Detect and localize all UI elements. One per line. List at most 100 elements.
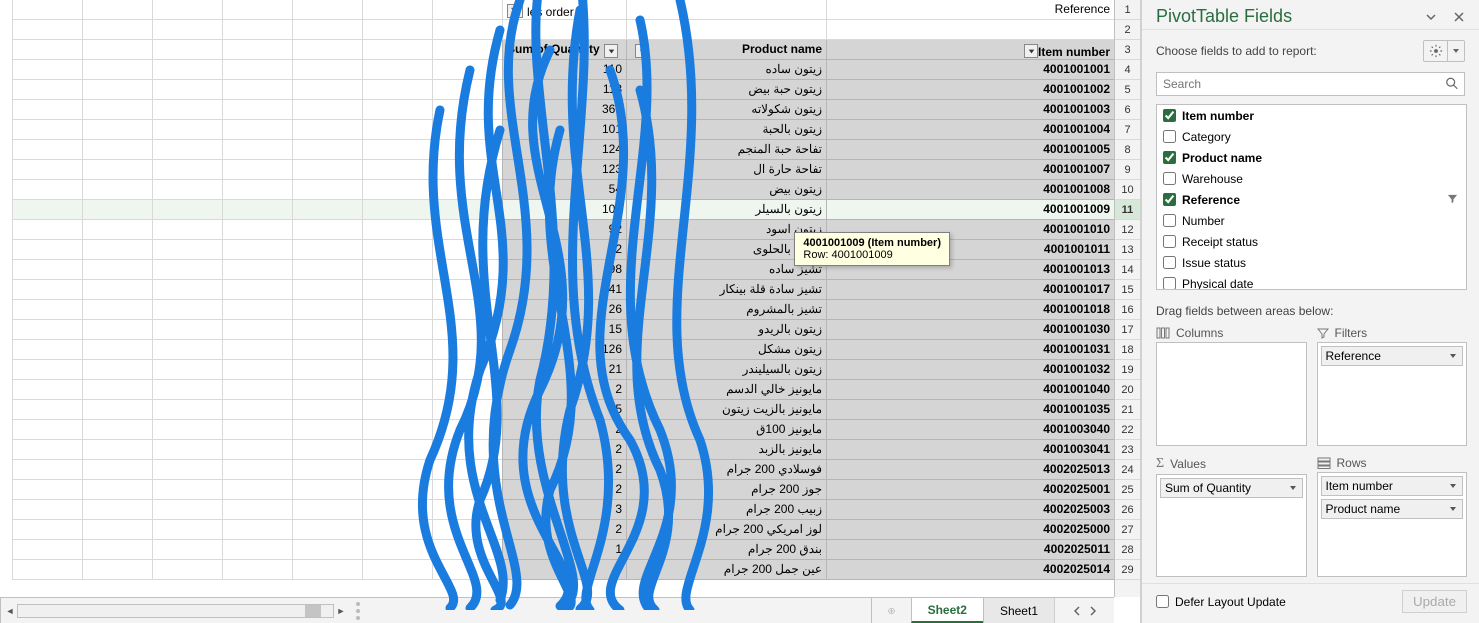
field-receipt-status[interactable]: Receipt status [1157, 231, 1466, 252]
cell[interactable] [12, 80, 82, 100]
cell[interactable] [152, 180, 222, 200]
cell[interactable] [292, 400, 362, 420]
cell[interactable] [12, 260, 82, 280]
cell[interactable] [432, 260, 502, 280]
cell[interactable] [152, 80, 222, 100]
cell[interactable]: 4001001003 [826, 100, 1114, 120]
cell[interactable] [82, 500, 152, 520]
field-checkbox[interactable] [1163, 172, 1176, 185]
cell[interactable] [152, 500, 222, 520]
cell[interactable] [292, 460, 362, 480]
cell[interactable] [152, 540, 222, 560]
cell[interactable] [222, 180, 292, 200]
chevron-left-icon[interactable] [1072, 606, 1082, 616]
cell[interactable]: 26 [502, 300, 626, 320]
cell[interactable] [362, 80, 432, 100]
cell[interactable] [222, 320, 292, 340]
field-checkbox[interactable] [1163, 235, 1176, 248]
cell[interactable]: 4001001001 [826, 60, 1114, 80]
cell[interactable] [12, 320, 82, 340]
cell[interactable]: 2 [502, 380, 626, 400]
cell[interactable] [362, 220, 432, 240]
cell[interactable] [362, 300, 432, 320]
cell[interactable] [362, 500, 432, 520]
add-sheet-button[interactable] [871, 598, 911, 623]
cell[interactable]: تفاحة حارة ال [626, 160, 826, 180]
cell[interactable] [82, 140, 152, 160]
cell[interactable] [82, 360, 152, 380]
tab-sheet2[interactable]: Sheet2 [911, 598, 983, 623]
cell[interactable] [152, 280, 222, 300]
cell[interactable]: 126 [502, 340, 626, 360]
cell[interactable] [292, 440, 362, 460]
cell[interactable]: زيتون ساده [626, 60, 826, 80]
spreadsheet-grid[interactable]: 1234567891011121314151617181920212223242… [0, 0, 1141, 623]
cell[interactable] [12, 480, 82, 500]
cell[interactable] [292, 180, 362, 200]
cell[interactable] [222, 500, 292, 520]
cell[interactable] [432, 200, 502, 220]
cell[interactable] [152, 320, 222, 340]
field-number[interactable]: Number [1157, 210, 1466, 231]
cell[interactable] [152, 240, 222, 260]
cell[interactable] [432, 180, 502, 200]
cell[interactable] [432, 140, 502, 160]
field-checkbox[interactable] [1163, 151, 1176, 164]
cell[interactable] [222, 300, 292, 320]
cell[interactable]: 2 [502, 460, 626, 480]
grip-icon[interactable] [356, 602, 362, 620]
fields-layout-menu[interactable] [1423, 40, 1465, 62]
chevron-down-icon[interactable] [1448, 481, 1458, 491]
cell[interactable] [12, 560, 82, 580]
cell[interactable] [12, 160, 82, 180]
cell[interactable]: مايونيز خالي الدسم [626, 380, 826, 400]
cell[interactable]: 123 [502, 160, 626, 180]
cell[interactable]: 118 [502, 80, 626, 100]
area-columns-box[interactable] [1156, 342, 1307, 446]
cell[interactable] [292, 500, 362, 520]
cell[interactable]: 2 [502, 480, 626, 500]
cell[interactable] [362, 540, 432, 560]
field-label[interactable]: Item number [1182, 109, 1460, 123]
cell[interactable]: 21 [502, 360, 626, 380]
cell[interactable]: بندق 200 جرام [626, 540, 826, 560]
cell[interactable] [432, 380, 502, 400]
row-header[interactable]: 7 [1115, 120, 1140, 140]
cell[interactable] [82, 200, 152, 220]
cell[interactable]: 92 [502, 220, 626, 240]
cell[interactable] [12, 180, 82, 200]
cell[interactable] [152, 200, 222, 220]
cell[interactable] [12, 220, 82, 240]
cell[interactable] [292, 520, 362, 540]
cell[interactable]: 4001001007 [826, 160, 1114, 180]
cell[interactable]: 5 [502, 400, 626, 420]
cell[interactable] [152, 340, 222, 360]
cell[interactable] [432, 300, 502, 320]
cell[interactable] [82, 540, 152, 560]
chevron-down-icon[interactable] [1421, 7, 1441, 27]
cell[interactable] [152, 480, 222, 500]
pivot-header-product-name[interactable]: Product name [626, 40, 826, 60]
funnel-icon[interactable] [507, 4, 523, 18]
row-header[interactable]: 11 [1115, 200, 1140, 220]
row-header[interactable]: 20 [1115, 380, 1140, 400]
cell[interactable] [292, 140, 362, 160]
field-label[interactable]: Reference [1182, 193, 1441, 207]
cell[interactable] [152, 560, 222, 580]
cell[interactable] [432, 120, 502, 140]
cell[interactable] [82, 300, 152, 320]
field-checkbox[interactable] [1163, 109, 1176, 122]
field-checkbox[interactable] [1163, 193, 1176, 206]
cell[interactable] [432, 80, 502, 100]
cell[interactable] [12, 400, 82, 420]
area-values-box[interactable]: Sum of Quantity [1156, 474, 1307, 578]
cell[interactable] [82, 100, 152, 120]
cell[interactable]: مايونيز 100ق [626, 420, 826, 440]
row-header[interactable]: 14 [1115, 260, 1140, 280]
cell[interactable] [152, 220, 222, 240]
cell[interactable] [362, 520, 432, 540]
cell[interactable] [362, 360, 432, 380]
cell[interactable]: 3 [502, 500, 626, 520]
cell[interactable]: 4001001004 [826, 120, 1114, 140]
cell[interactable]: 41 [502, 280, 626, 300]
